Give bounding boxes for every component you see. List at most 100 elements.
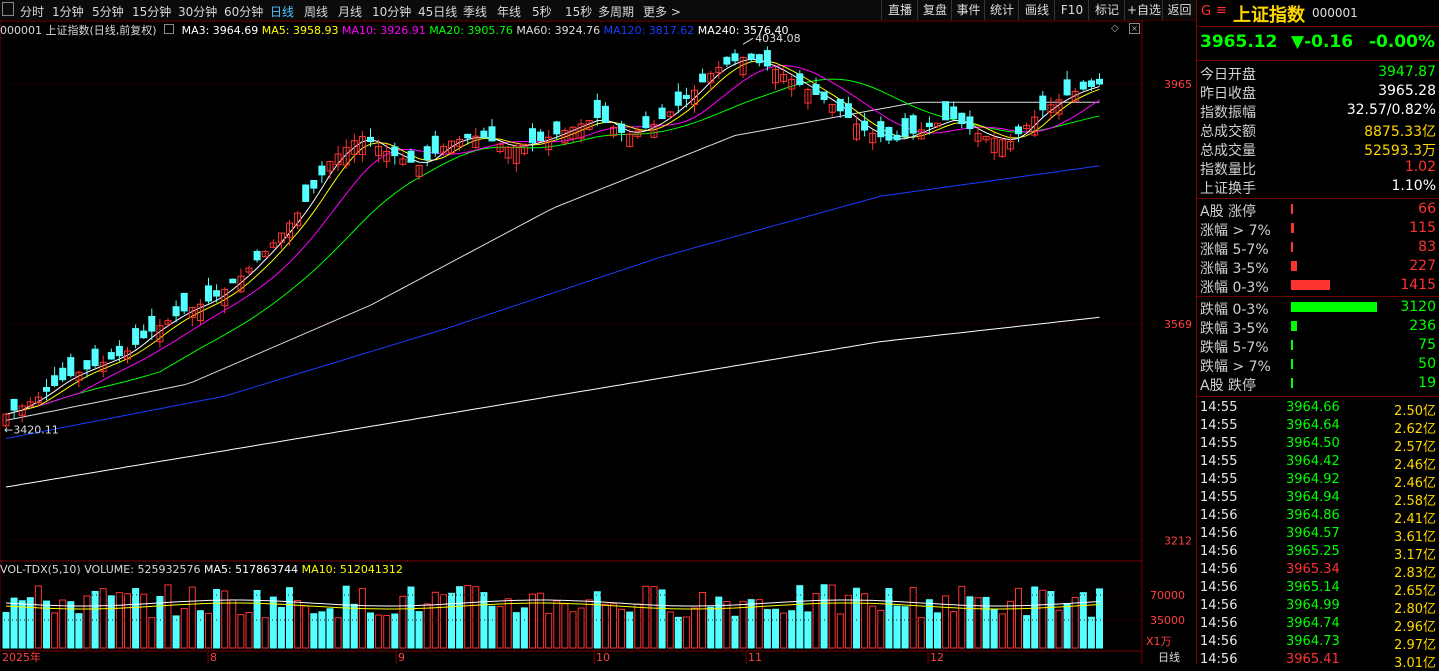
- tick-row: 14:56 3964.99 2.80亿: [1200, 597, 1436, 617]
- candle-body: [213, 290, 221, 297]
- volume-bar: [261, 617, 269, 649]
- tick-time: 14:55: [1200, 400, 1238, 415]
- volume-bar: [391, 613, 399, 649]
- add-watchlist-button[interactable]: +自选: [1124, 0, 1163, 20]
- candle-body: [423, 146, 431, 161]
- candle-body: [723, 56, 731, 65]
- distribution-bar: [1291, 261, 1297, 271]
- back-button[interactable]: 返回: [1162, 0, 1196, 20]
- candle-body: [909, 115, 917, 134]
- volume-bar: [1039, 589, 1047, 649]
- tab-period-more[interactable]: 更多 >: [643, 3, 681, 20]
- tab-period-11[interactable]: 季线: [463, 3, 487, 20]
- distribution-row: A股 涨停 66: [1200, 200, 1436, 220]
- replay-button[interactable]: 复盘: [917, 0, 952, 20]
- tab-period-4[interactable]: 30分钟: [178, 3, 217, 20]
- price-axis-label: 3212: [1164, 534, 1192, 547]
- candle-body: [59, 367, 67, 381]
- ma10-line: [5, 64, 1100, 415]
- ma3-line: [5, 58, 1100, 415]
- tab-period-13[interactable]: 5秒: [532, 3, 552, 20]
- events-button[interactable]: 事件: [951, 0, 985, 20]
- volume-bar: [1096, 588, 1103, 649]
- volume-bar: [59, 599, 67, 649]
- volume-bar: [634, 603, 642, 649]
- volume-bar: [1055, 609, 1063, 649]
- tab-period-6[interactable]: 日线: [270, 3, 294, 20]
- candle-body: [67, 357, 75, 377]
- price-change-pct: -0.00%: [1368, 32, 1435, 52]
- tab-period-9[interactable]: 10分钟: [372, 3, 411, 20]
- distribution-label: 跌幅 0-3%: [1200, 302, 1269, 318]
- volume-bar: [205, 612, 212, 649]
- stat-label: 上证换手: [1200, 181, 1256, 197]
- candle-body: [950, 106, 958, 120]
- candle-body: [180, 292, 188, 312]
- tab-period-2[interactable]: 5分钟: [92, 3, 124, 20]
- volume-ma5: MA5: 517863744: [203, 563, 299, 576]
- distribution-bar: [1291, 204, 1293, 214]
- chart-title: 000001 上证指数(日线,前复权): [0, 24, 157, 37]
- candle-body: [1087, 80, 1095, 87]
- tab-period-12[interactable]: 年线: [497, 3, 521, 20]
- candle-body: [755, 54, 763, 64]
- tab-period-10[interactable]: 45日线: [418, 3, 457, 20]
- toolbar-menu-icon[interactable]: [2, 2, 14, 16]
- live-button[interactable]: 直播: [881, 0, 918, 20]
- tick-volume: 3.01亿: [1394, 656, 1436, 671]
- volume-bar: [148, 617, 156, 649]
- stat-value: 3965.28: [1378, 83, 1436, 99]
- high-pointer: [742, 37, 754, 45]
- distribution-row: 跌幅 3-5% 236: [1200, 317, 1436, 337]
- tick-row: 14:55 3964.92 2.46亿: [1200, 471, 1436, 491]
- diamond-icon[interactable]: ◇: [1111, 23, 1121, 34]
- period-toolbar: 分时 1分钟 5分钟 15分钟 30分钟 60分钟 日线 周线 月线 10分钟 …: [0, 0, 1196, 21]
- tab-period-7[interactable]: 周线: [304, 3, 328, 20]
- tab-period-1[interactable]: 1分钟: [52, 3, 84, 20]
- close-icon[interactable]: ×: [1129, 23, 1140, 34]
- tab-period-0[interactable]: 分时: [20, 3, 44, 20]
- tick-price: 3964.50: [1286, 436, 1340, 451]
- tab-period-3[interactable]: 15分钟: [132, 3, 171, 20]
- volume-bar: [772, 608, 779, 649]
- volume-bar: [553, 600, 561, 649]
- candle-body: [91, 348, 99, 367]
- volume-bar: [107, 595, 115, 649]
- volume-ma10: MA10: 512041312: [301, 563, 403, 576]
- stat-row: 总成交额 8875.33亿: [1200, 120, 1436, 140]
- volume-bar: [140, 593, 148, 649]
- volume-bar: [358, 588, 366, 649]
- distribution-count: 19: [1418, 375, 1436, 391]
- volume-bar: [715, 596, 723, 649]
- stat-row: 指数振幅 32.57/0.82%: [1200, 101, 1436, 121]
- draw-button[interactable]: 画线: [1018, 0, 1055, 20]
- ma240-line: [5, 316, 1100, 488]
- mark-button[interactable]: 标记: [1088, 0, 1125, 20]
- volume-bar: [448, 592, 455, 649]
- date-axis-label: 2025年: [2, 650, 41, 664]
- volume-bar: [423, 603, 431, 649]
- menu-icon[interactable]: ≡: [1216, 3, 1227, 18]
- stat-row: 指数量比 1.02: [1200, 158, 1436, 178]
- date-axis-label: 12: [930, 651, 944, 664]
- candle-body: [318, 165, 326, 176]
- tab-period-15[interactable]: 多周期: [598, 3, 634, 20]
- settings-icon[interactable]: [164, 24, 175, 34]
- volume-bar: [269, 596, 277, 649]
- volume-bar: [1071, 596, 1079, 649]
- tab-period-5[interactable]: 60分钟: [224, 3, 263, 20]
- tab-period-14[interactable]: 15秒: [565, 3, 592, 20]
- volume-bar: [399, 595, 407, 649]
- current-price: 3965.12: [1200, 32, 1278, 52]
- f10-button[interactable]: F10: [1054, 0, 1089, 20]
- volume-bar: [780, 612, 788, 649]
- stats-button[interactable]: 统计: [984, 0, 1019, 20]
- stat-row: 今日开盘 3947.87: [1200, 63, 1436, 83]
- tick-time: 14:55: [1200, 454, 1238, 469]
- volume-bar: [966, 596, 974, 649]
- tab-period-8[interactable]: 月线: [338, 3, 362, 20]
- candle-body: [593, 99, 601, 118]
- volume-value: VOLUME: 525932576: [84, 563, 201, 576]
- candle-body: [796, 73, 804, 85]
- candle-body: [253, 250, 261, 261]
